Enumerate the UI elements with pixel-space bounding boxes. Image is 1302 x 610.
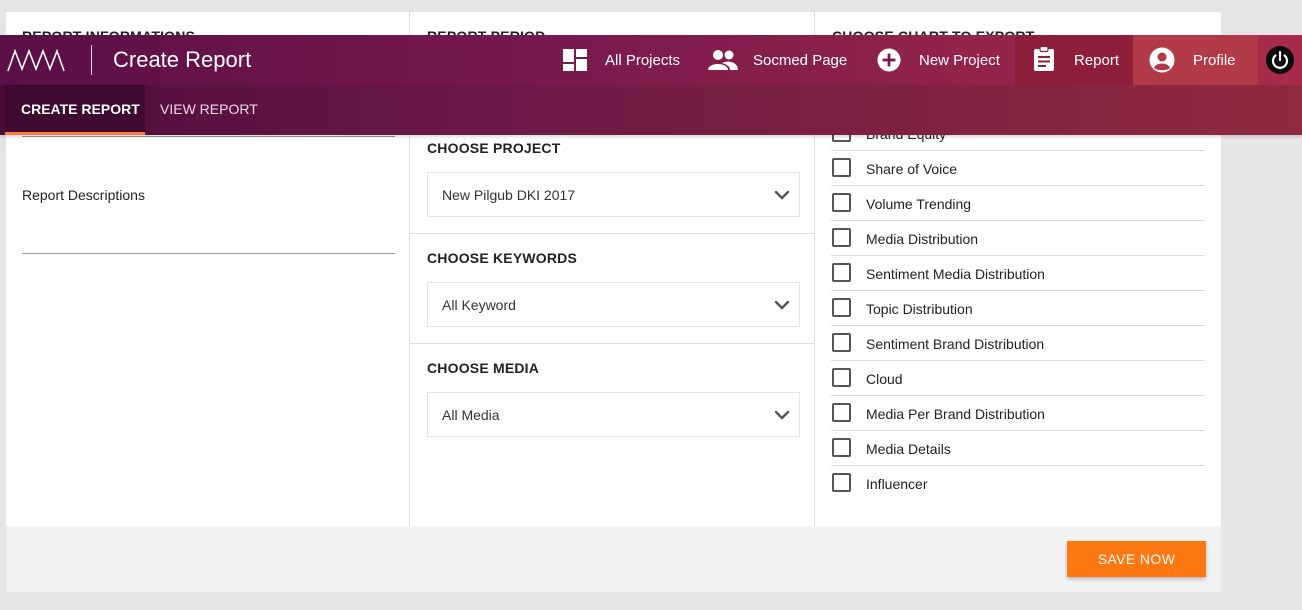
nav-report[interactable]: Report (1015, 35, 1133, 85)
nav-label: New Project (919, 52, 1000, 69)
tab-view-report[interactable]: VIEW REPORT (145, 85, 265, 135)
nav-new-project[interactable]: New Project (860, 35, 1015, 85)
chart-option-share-of-voice[interactable]: Share of Voice (831, 151, 1205, 186)
report-name-underline[interactable] (22, 136, 395, 137)
chart-option-influencer[interactable]: Influencer (831, 466, 1205, 501)
chart-option-media-per-brand-distribution[interactable]: Media Per Brand Distribution (831, 396, 1205, 431)
media-select[interactable]: All Media (427, 392, 800, 437)
choose-keywords-heading: CHOOSE KEYWORDS (427, 250, 578, 266)
chart-option-label: Volume Trending (866, 196, 972, 212)
choose-media-heading: CHOOSE MEDIA (427, 360, 540, 376)
power-button[interactable] (1266, 46, 1294, 74)
chart-option-label: Topic Distribution (866, 301, 973, 317)
keywords-select-value: All Keyword (442, 297, 516, 313)
report-description-label: Report Descriptions (22, 187, 145, 203)
power-icon (1271, 50, 1289, 69)
project-select[interactable]: New Pilgub DKI 2017 (427, 172, 800, 217)
chart-option-label: Media Details (866, 441, 951, 457)
checkbox[interactable] (832, 438, 851, 457)
app-logo[interactable] (6, 45, 70, 75)
tab-label: CREATE REPORT (21, 101, 140, 117)
nav-label: Socmed Page (753, 52, 848, 69)
form-footer: SAVE NOW (6, 526, 1221, 592)
save-now-button[interactable]: SAVE NOW (1067, 541, 1206, 577)
nav-socmed-page[interactable]: Socmed Page (695, 35, 860, 85)
nav-profile[interactable]: Profile (1133, 35, 1258, 85)
checkbox[interactable] (832, 473, 851, 492)
choose-project-heading: CHOOSE PROJECT (427, 140, 561, 156)
section-divider (410, 233, 814, 234)
nav-label: Profile (1193, 52, 1236, 69)
checkbox[interactable] (832, 298, 851, 317)
tab-label: VIEW REPORT (160, 101, 258, 117)
chart-option-volume-trending[interactable]: Volume Trending (831, 186, 1205, 221)
top-app-bar: Create Report All Projects Socmed Page N… (0, 35, 1302, 85)
media-select-value: All Media (442, 407, 500, 423)
nav-label: Report (1074, 52, 1120, 69)
chart-option-media-distribution[interactable]: Media Distribution (831, 221, 1205, 256)
chart-option-label: Influencer (866, 476, 928, 492)
sub-nav-bar: CREATE REPORT VIEW REPORT (0, 85, 1302, 135)
people-icon (708, 50, 738, 70)
checkbox[interactable] (832, 368, 851, 387)
tab-create-report[interactable]: CREATE REPORT (5, 85, 145, 135)
checkbox[interactable] (832, 158, 851, 177)
logo-separator (91, 45, 92, 75)
chart-option-label: Sentiment Brand Distribution (866, 336, 1045, 352)
add-circle-icon (877, 48, 901, 72)
account-icon (1149, 47, 1175, 73)
chart-option-label: Share of Voice (866, 161, 958, 177)
chart-option-label: Cloud (866, 371, 903, 387)
checkbox[interactable] (832, 228, 851, 247)
clipboard-icon (1034, 46, 1054, 71)
nav-all-projects[interactable]: All Projects (550, 35, 695, 85)
chart-option-label: Sentiment Media Distribution (866, 266, 1045, 282)
chart-option-sentiment-brand-distribution[interactable]: Sentiment Brand Distribution (831, 326, 1205, 361)
section-divider (410, 343, 814, 344)
chevron-down-icon (774, 190, 790, 200)
checkbox[interactable] (832, 263, 851, 282)
chart-option-label: Media Per Brand Distribution (866, 406, 1045, 422)
chart-option-sentiment-media-distribution[interactable]: Sentiment Media Distribution (831, 256, 1205, 291)
chart-option-media-details[interactable]: Media Details (831, 431, 1205, 466)
dashboard-icon (563, 49, 587, 71)
chart-option-cloud[interactable]: Cloud (831, 361, 1205, 396)
project-select-value: New Pilgub DKI 2017 (442, 187, 576, 203)
keywords-select[interactable]: All Keyword (427, 282, 800, 327)
chart-option-topic-distribution[interactable]: Topic Distribution (831, 291, 1205, 326)
chevron-down-icon (774, 410, 790, 420)
checkbox[interactable] (832, 193, 851, 212)
checkbox[interactable] (832, 403, 851, 422)
report-description-underline[interactable] (22, 253, 395, 254)
page-title: Create Report (113, 47, 252, 72)
checkbox[interactable] (832, 333, 851, 352)
nav-label: All Projects (605, 52, 681, 69)
chart-option-label: Media Distribution (866, 231, 979, 247)
chevron-down-icon (774, 300, 790, 310)
